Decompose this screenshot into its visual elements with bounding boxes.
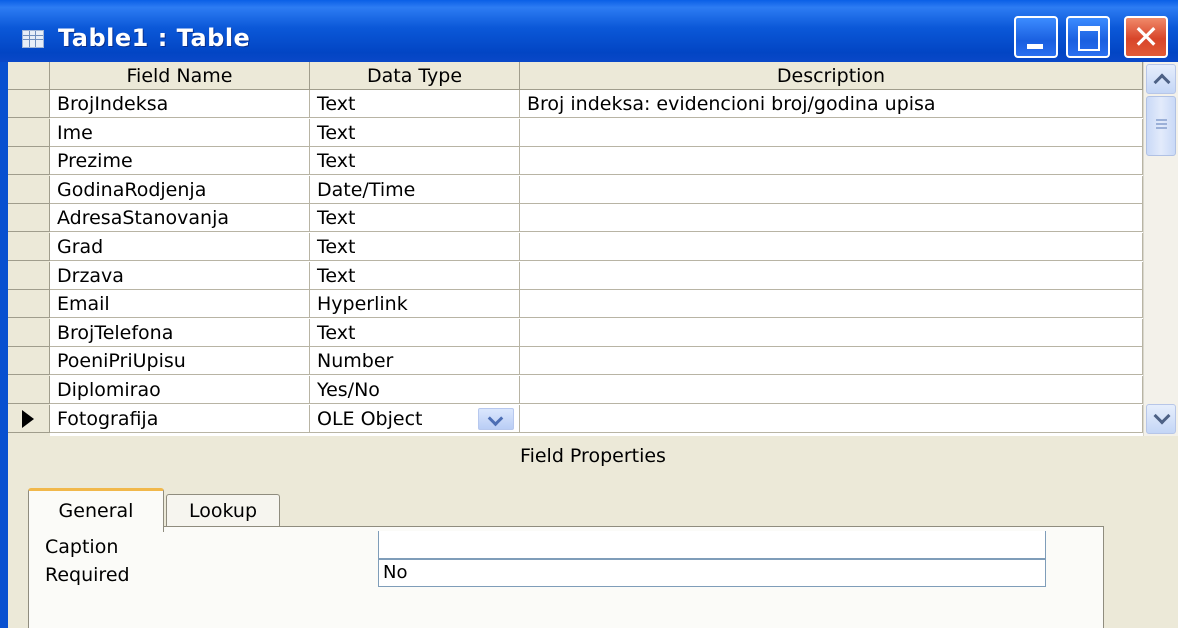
data-type-dropdown-icon[interactable] — [478, 408, 514, 430]
description-cell[interactable] — [520, 176, 1143, 204]
field-properties-label: Field Properties — [520, 445, 666, 467]
field-name-cell[interactable]: Email — [50, 290, 310, 318]
minimize-icon — [1027, 44, 1043, 49]
minimize-button[interactable] — [1014, 16, 1058, 58]
description-cell[interactable] — [520, 290, 1143, 318]
field-name-cell[interactable]: Ime — [50, 119, 310, 147]
description-cell[interactable] — [520, 376, 1143, 404]
data-type-cell[interactable]: Text — [310, 233, 520, 261]
field-name-cell[interactable]: GodinaRodjenja — [50, 176, 310, 204]
row-selector[interactable] — [8, 90, 50, 118]
field-name-cell[interactable]: Fotografija — [50, 405, 310, 433]
data-type-cell[interactable]: Hyperlink — [310, 290, 520, 318]
field-name-cell[interactable]: Prezime — [50, 147, 310, 175]
row-selector[interactable] — [8, 290, 50, 318]
column-header-description[interactable]: Description — [520, 62, 1143, 90]
corner-header — [8, 62, 50, 90]
description-cell[interactable] — [520, 119, 1143, 147]
table-design-window: Table1 : Table ✕ Field Name Data Type De… — [0, 0, 1178, 628]
maximize-button[interactable] — [1066, 16, 1110, 58]
column-header-field-name[interactable]: Field Name — [50, 62, 310, 90]
row-selector[interactable] — [8, 405, 50, 433]
current-row-arrow-icon — [22, 410, 34, 428]
window-title: Table1 : Table — [58, 24, 251, 52]
data-type-cell[interactable]: Text — [310, 119, 520, 147]
row-selector[interactable] — [8, 204, 50, 232]
required-label: Required — [45, 564, 130, 586]
data-type-cell[interactable]: Number — [310, 347, 520, 375]
required-field[interactable]: No — [378, 559, 1046, 587]
description-cell[interactable] — [520, 262, 1143, 290]
close-icon: ✕ — [1132, 18, 1160, 56]
description-cell[interactable] — [520, 147, 1143, 175]
description-cell[interactable] — [520, 405, 1143, 433]
data-type-cell[interactable]: Text — [310, 90, 520, 118]
field-name-cell[interactable]: AdresaStanovanja — [50, 204, 310, 232]
caption-label: Caption — [45, 536, 119, 558]
field-name-cell[interactable]: Diplomirao — [50, 376, 310, 404]
row-selector[interactable] — [8, 319, 50, 347]
table-icon — [22, 30, 44, 48]
window-frame — [0, 62, 8, 628]
row-selector[interactable] — [8, 347, 50, 375]
data-type-cell[interactable]: Text — [310, 204, 520, 232]
scroll-down-icon[interactable] — [1146, 404, 1176, 434]
close-button[interactable]: ✕ — [1124, 16, 1168, 58]
field-name-cell[interactable]: BrojIndeksa — [50, 90, 310, 118]
data-type-cell[interactable]: Text — [310, 262, 520, 290]
tab-lookup[interactable]: Lookup — [166, 494, 280, 526]
scroll-up-icon[interactable] — [1146, 64, 1176, 94]
row-selector[interactable] — [8, 233, 50, 261]
data-type-cell[interactable]: Text — [310, 319, 520, 347]
data-type-cell[interactable]: Yes/No — [310, 376, 520, 404]
field-name-cell[interactable]: BrojTelefona — [50, 319, 310, 347]
description-cell[interactable] — [520, 319, 1143, 347]
data-type-cell[interactable]: Text — [310, 147, 520, 175]
field-name-cell[interactable]: PoeniPriUpisu — [50, 347, 310, 375]
field-name-cell[interactable]: Drzava — [50, 262, 310, 290]
column-header-data-type[interactable]: Data Type — [310, 62, 520, 90]
description-cell[interactable] — [520, 204, 1143, 232]
description-cell[interactable] — [520, 233, 1143, 261]
description-cell[interactable]: Broj indeksa: evidencioni broj/godina up… — [520, 90, 1143, 118]
vertical-scrollbar[interactable] — [1143, 62, 1178, 436]
data-type-cell[interactable]: Date/Time — [310, 176, 520, 204]
row-selector[interactable] — [8, 147, 50, 175]
row-selector[interactable] — [8, 262, 50, 290]
scroll-thumb[interactable] — [1146, 96, 1176, 156]
maximize-icon — [1078, 26, 1100, 51]
row-selector[interactable] — [8, 176, 50, 204]
description-cell[interactable] — [520, 347, 1143, 375]
title-bar[interactable]: Table1 : Table ✕ — [0, 0, 1178, 62]
row-selector[interactable] — [8, 119, 50, 147]
caption-field[interactable] — [378, 531, 1046, 559]
field-name-cell[interactable]: Grad — [50, 233, 310, 261]
tab-general[interactable]: General — [28, 488, 164, 532]
row-selector[interactable] — [8, 376, 50, 404]
